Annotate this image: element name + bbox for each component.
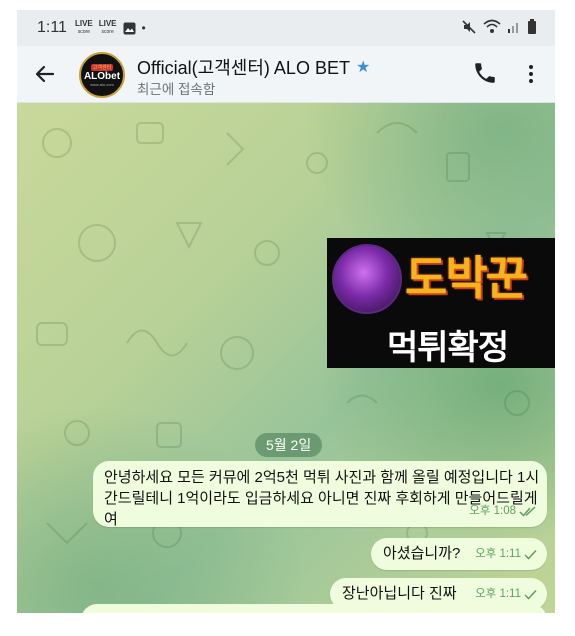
status-bar: 1:11 LIVE score LIVE score • — [17, 10, 555, 46]
call-icon[interactable] — [472, 60, 498, 86]
channel-avatar[interactable]: 고객센터 ALObet www.alo.com — [79, 52, 125, 98]
chat-title-text: Official(고객센터) ALO BET — [137, 58, 350, 78]
phone-screen: 1:11 LIVE score LIVE score • 고객센터 ALObet w… — [17, 10, 555, 613]
message-time: 오후 1:11 — [475, 588, 521, 600]
message-meta: 오후 1:11 — [475, 544, 537, 565]
signal-icon — [508, 23, 518, 33]
notification-dot: • — [141, 21, 146, 35]
message-time: 오후 1:08 — [469, 505, 516, 517]
watermark-title: 도박꾼 — [405, 251, 528, 305]
chat-area[interactable]: 도박꾼 먹튀확정 5월 2일 안녕하세요 모든 커뮤에 2억5천 먹튀 사진과 … — [17, 103, 555, 613]
live-score-icon: LIVE score — [74, 19, 93, 36]
check-icon — [524, 549, 537, 560]
live-score-icon: LIVE score — [98, 19, 117, 36]
character-illustration — [332, 244, 402, 314]
battery-icon — [528, 19, 536, 34]
message-meta: 오후 1:08 — [469, 501, 537, 522]
more-vert-icon[interactable] — [523, 62, 539, 86]
back-arrow-icon[interactable] — [31, 60, 59, 88]
status-time: 1:11 — [37, 19, 67, 36]
message-bubble-partial[interactable] — [81, 604, 547, 613]
image-icon — [123, 22, 136, 34]
date-separator: 5월 2일 — [255, 433, 323, 457]
chat-header: 고객센터 ALObet www.alo.com Official(고객센터) A… — [17, 46, 555, 103]
mute-icon — [462, 20, 476, 34]
message-text: 아셨습니까? — [383, 545, 461, 562]
wifi-icon — [483, 19, 501, 33]
watermark-logo: 도박꾼 먹튀확정 — [327, 238, 555, 368]
chat-title[interactable]: Official(고객센터) ALO BET ★ — [137, 54, 370, 80]
last-seen-status: 최근에 접속함 — [137, 82, 216, 97]
double-check-icon — [519, 506, 536, 517]
message-time: 오후 1:11 — [475, 548, 521, 560]
watermark-subtitle: 먹튀확정 — [387, 328, 509, 368]
message-meta: 오후 1:11 — [475, 584, 537, 605]
message-bubble[interactable]: 아셨습니까? 오후 1:11 — [371, 538, 547, 570]
message-bubble[interactable]: 안녕하세요 모든 커뮤에 2억5천 먹튀 사진과 함께 올릴 예정입니다 1시간… — [93, 461, 547, 528]
check-icon — [524, 589, 537, 600]
status-system-icons — [461, 19, 537, 35]
verified-star-icon: ★ — [355, 59, 371, 76]
message-text: 장난아닙니다 진짜 — [342, 585, 457, 602]
status-notification-icons: LIVE score LIVE score • — [75, 20, 146, 36]
